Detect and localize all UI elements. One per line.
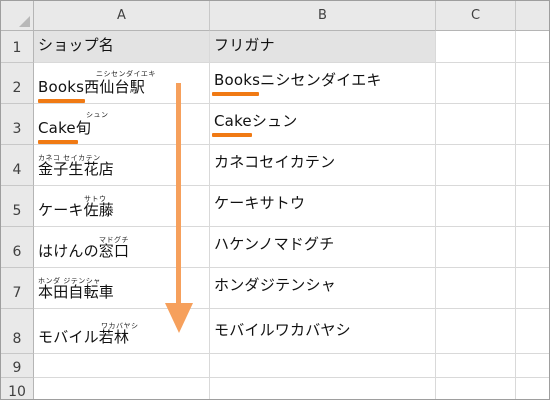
shop-name: ケーキ佐藤 (38, 201, 115, 219)
row-header-1[interactable]: 1 (1, 31, 34, 63)
cell-a3[interactable]: シュン Cake旬 (34, 104, 210, 145)
cell-b6[interactable]: ハケンノマドグチ (210, 227, 436, 268)
cell-b1[interactable]: フリガナ (210, 31, 436, 63)
cell-b7[interactable]: ホンダジテンシャ (210, 268, 436, 309)
cell-b10[interactable] (210, 378, 436, 399)
cell-d2[interactable] (516, 63, 549, 104)
arrow-down-icon (165, 303, 193, 333)
cell-c1[interactable] (436, 31, 516, 63)
cell-a2[interactable]: ニシセンダイエキ Books西仙台駅 (34, 63, 210, 104)
cell-d8[interactable] (516, 309, 549, 354)
column-header-a[interactable]: A (34, 1, 210, 31)
cell-b2[interactable]: Booksニシセンダイエキ (210, 63, 436, 104)
cell-b4[interactable]: カネコセイカテン (210, 145, 436, 186)
furigana-header: フリガナ (214, 36, 275, 54)
column-header-c[interactable]: C (436, 1, 516, 31)
row-header-5[interactable]: 5 (1, 186, 34, 227)
cell-c10[interactable] (436, 378, 516, 399)
row-header-4[interactable]: 4 (1, 145, 34, 186)
annotation-underline (38, 140, 78, 144)
row-header-2[interactable]: 2 (1, 63, 34, 104)
cell-d5[interactable] (516, 186, 549, 227)
cell-d9[interactable] (516, 354, 549, 378)
shop-name: Books西仙台駅 (38, 78, 145, 96)
row-header-7[interactable]: 7 (1, 268, 34, 309)
cell-d3[interactable] (516, 104, 549, 145)
furigana-value: ケーキサトウ (214, 194, 306, 212)
cell-a5[interactable]: サトウ ケーキ佐藤 (34, 186, 210, 227)
furigana-value: Booksニシセンダイエキ (214, 71, 382, 89)
cell-c5[interactable] (436, 186, 516, 227)
cell-c7[interactable] (436, 268, 516, 309)
cell-a1[interactable]: ショップ名 (34, 31, 210, 63)
cell-c2[interactable] (436, 63, 516, 104)
cell-c8[interactable] (436, 309, 516, 354)
cell-c6[interactable] (436, 227, 516, 268)
shop-name: 金子生花店 (38, 160, 115, 178)
cell-c3[interactable] (436, 104, 516, 145)
row-header-8[interactable]: 8 (1, 309, 34, 354)
column-header-b[interactable]: B (210, 1, 436, 31)
cell-c4[interactable] (436, 145, 516, 186)
annotation-underline (38, 99, 85, 103)
row-header-3[interactable]: 3 (1, 104, 34, 145)
annotation-underline (212, 92, 259, 96)
shop-name: モバイル若林 (38, 328, 130, 346)
annotation-underline (212, 133, 252, 137)
select-all-button[interactable] (1, 1, 34, 31)
cell-b3[interactable]: Cakeシュン (210, 104, 436, 145)
furigana-value: モバイルワカバヤシ (214, 321, 351, 339)
furigana-value: ホンダジテンシャ (214, 276, 336, 294)
furigana-value: ハケンノマドグチ (214, 235, 335, 253)
shop-name-header: ショップ名 (38, 36, 115, 54)
cell-a9[interactable] (34, 354, 210, 378)
furigana-value: カネコセイカテン (214, 153, 336, 171)
cell-a4[interactable]: カネコ セイカテン 金子生花店 (34, 145, 210, 186)
shop-name: はけんの窓口 (38, 242, 130, 260)
shop-name: Cake旬 (38, 119, 92, 137)
column-header-d[interactable] (516, 1, 549, 31)
furigana-value: Cakeシュン (214, 112, 298, 130)
select-all-triangle-icon (19, 16, 30, 27)
cell-b9[interactable] (210, 354, 436, 378)
cell-a6[interactable]: マドグチ はけんの窓口 (34, 227, 210, 268)
cell-c9[interactable] (436, 354, 516, 378)
cell-b5[interactable]: ケーキサトウ (210, 186, 436, 227)
cell-d1[interactable] (516, 31, 549, 63)
row-header-10[interactable]: 10 (1, 378, 34, 399)
cell-b8[interactable]: モバイルワカバヤシ (210, 309, 436, 354)
cell-d6[interactable] (516, 227, 549, 268)
cell-d10[interactable] (516, 378, 549, 399)
row-header-9[interactable]: 9 (1, 354, 34, 378)
arrow-shaft (176, 83, 181, 309)
shop-name: 本田自転車 (38, 283, 115, 301)
spreadsheet: A B C 1 2 3 4 5 6 7 8 9 10 ショップ名 フリガナ ニシ… (0, 0, 550, 400)
row-header-6[interactable]: 6 (1, 227, 34, 268)
cell-a10[interactable] (34, 378, 210, 399)
cell-d4[interactable] (516, 145, 549, 186)
cell-d7[interactable] (516, 268, 549, 309)
